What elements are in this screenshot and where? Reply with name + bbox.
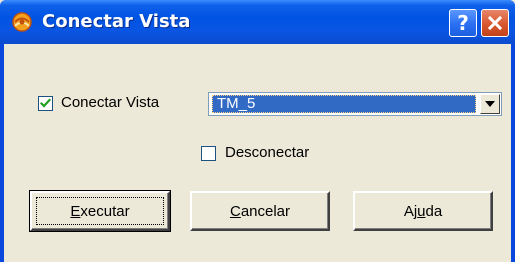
dropdown-button[interactable] [480, 94, 500, 114]
vista-select-value: TM_5 [212, 95, 476, 113]
app-icon [12, 12, 32, 32]
help-button-label: Ajuda [403, 202, 443, 220]
dialog-body: Conectar Vista TM_5 Desconectar Executar… [4, 44, 511, 262]
close-icon [487, 15, 503, 31]
cancel-button-label: Cancelar [229, 202, 291, 220]
help-title-button[interactable]: ? [449, 9, 477, 37]
dialog-window: Conectar Vista ? Conectar Vista TM_5 Des… [0, 0, 515, 262]
disconnect-checkbox[interactable] [201, 146, 216, 161]
vista-select[interactable]: TM_5 [208, 92, 502, 116]
connect-vista-checkbox[interactable] [38, 96, 53, 111]
execute-button[interactable]: Executar [29, 190, 171, 232]
title-bar[interactable]: Conectar Vista ? [0, 0, 515, 44]
cancel-button[interactable]: Cancelar [190, 191, 330, 231]
question-icon: ? [457, 11, 469, 35]
chevron-down-icon [485, 101, 495, 107]
close-button[interactable] [481, 9, 509, 37]
focus-ring [36, 197, 164, 225]
checkmark-icon [39, 98, 52, 108]
connect-vista-label[interactable]: Conectar Vista [61, 94, 159, 112]
help-button[interactable]: Ajuda [353, 191, 493, 231]
window-title: Conectar Vista [42, 11, 191, 32]
disconnect-label[interactable]: Desconectar [225, 144, 309, 162]
